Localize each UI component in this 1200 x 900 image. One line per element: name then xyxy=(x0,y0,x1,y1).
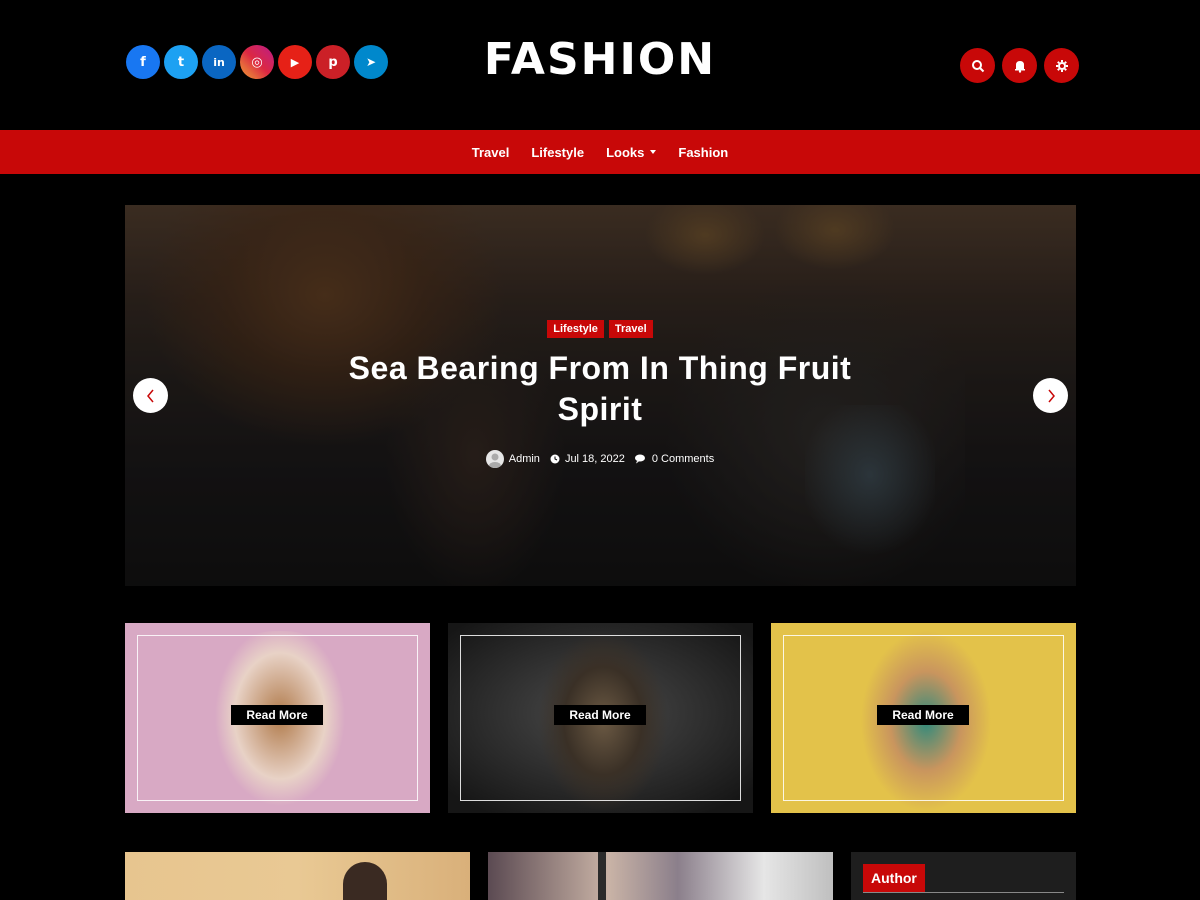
post-date: Jul 18, 2022 xyxy=(564,453,625,465)
bell-icon[interactable] xyxy=(1002,48,1037,83)
nav-label: Looks xyxy=(606,144,645,160)
hero-meta: Admin Jul 18, 2022 0 Comments xyxy=(315,450,885,468)
widget-title: Author xyxy=(863,864,925,892)
author-name: Admin xyxy=(508,453,540,465)
facebook-icon[interactable]: f xyxy=(126,45,160,79)
post-thumbnail xyxy=(343,862,387,900)
youtube-icon[interactable]: ▶ xyxy=(278,45,312,79)
next-slide-button[interactable] xyxy=(1033,378,1068,413)
nav-label: Fashion xyxy=(678,144,729,160)
comments-icon xyxy=(634,454,645,464)
promo-card[interactable]: Read More xyxy=(448,623,753,813)
twitter-icon[interactable]: t xyxy=(164,45,198,79)
search-icon[interactable] xyxy=(960,48,995,83)
avatar xyxy=(485,450,504,468)
post-thumbnail xyxy=(598,852,606,900)
category-badge[interactable]: Lifestyle xyxy=(547,320,604,338)
nav-item-lifestyle[interactable]: Lifestyle xyxy=(531,145,584,160)
nav-item-fashion[interactable]: Fashion xyxy=(678,145,728,160)
chevron-down-icon xyxy=(650,150,657,154)
pinterest-icon[interactable]: p xyxy=(316,45,350,79)
nav-label: Lifestyle xyxy=(531,144,585,160)
hero-title[interactable]: Sea Bearing From In Thing Fruit Spirit xyxy=(315,348,885,430)
author-widget: Author xyxy=(851,852,1076,900)
nav-item-travel[interactable]: Travel xyxy=(472,145,510,160)
nav-label: Travel xyxy=(471,144,510,160)
comments-count: 0 Comments xyxy=(651,453,715,465)
divider xyxy=(863,892,1064,893)
date-meta[interactable]: Jul 18, 2022 xyxy=(550,453,625,465)
read-more-button[interactable]: Read More xyxy=(877,705,969,725)
comments-meta[interactable]: 0 Comments xyxy=(634,453,715,465)
instagram-icon[interactable]: ◎ xyxy=(240,45,274,79)
social-links: f t in ◎ ▶ p ➤ xyxy=(126,45,388,79)
hero-categories: Lifestyle Travel xyxy=(315,320,885,338)
header-actions xyxy=(960,48,1079,83)
prev-slide-button[interactable] xyxy=(133,378,168,413)
chevron-left-icon xyxy=(146,389,154,402)
site-header: f t in ◎ ▶ p ➤ FASHION xyxy=(0,0,1200,130)
site-logo[interactable]: FASHION xyxy=(400,34,800,85)
chevron-right-icon xyxy=(1047,389,1055,402)
read-more-button[interactable]: Read More xyxy=(554,705,646,725)
linkedin-icon[interactable]: in xyxy=(202,45,236,79)
author-meta[interactable]: Admin xyxy=(485,450,540,468)
promo-card[interactable]: Read More xyxy=(125,623,430,813)
post-card[interactable] xyxy=(488,852,833,900)
category-badge[interactable]: Travel xyxy=(608,320,653,338)
read-more-button[interactable]: Read More xyxy=(231,705,323,725)
main-nav: Travel Lifestyle Looks Fashion xyxy=(0,130,1200,174)
nav-item-looks[interactable]: Looks xyxy=(606,144,657,160)
promo-card[interactable]: Read More xyxy=(771,623,1076,813)
telegram-icon[interactable]: ➤ xyxy=(354,45,388,79)
hero-slider: Lifestyle Travel Sea Bearing From In Thi… xyxy=(125,205,1076,586)
post-card[interactable] xyxy=(125,852,470,900)
hero-content: Lifestyle Travel Sea Bearing From In Thi… xyxy=(315,320,885,468)
settings-icon[interactable] xyxy=(1044,48,1079,83)
clock-icon xyxy=(550,454,560,464)
